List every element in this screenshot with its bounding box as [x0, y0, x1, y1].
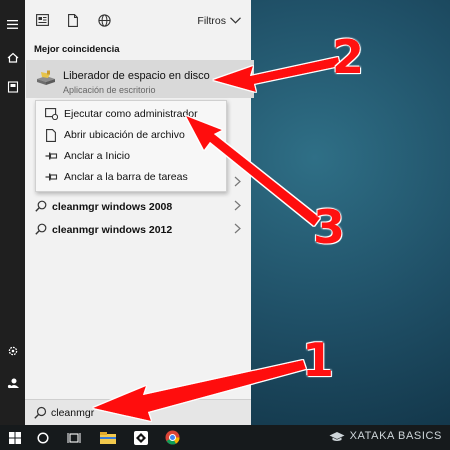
best-match-title: Liberador de espacio en disco [63, 70, 210, 82]
documents-icon[interactable] [0, 76, 25, 98]
menu-item-label: Abrir ubicación de archivo [64, 129, 185, 141]
chevron-right-icon[interactable] [234, 223, 241, 237]
tab-all-apps[interactable] [30, 8, 54, 32]
search-icon [35, 223, 47, 238]
start-windows-icon[interactable] [0, 425, 30, 450]
search-suggestion-row[interactable]: cleanmgr windows 2008 [25, 196, 251, 218]
search-suggestion-label: cleanmgr windows 2012 [52, 224, 173, 236]
run-as-admin-icon [43, 106, 59, 122]
chevron-right-icon[interactable] [234, 200, 241, 214]
filters-label: Filtros [197, 15, 226, 27]
cortana-circle-icon[interactable] [28, 425, 58, 450]
best-match-item[interactable]: Liberador de espacio en disco Aplicación… [26, 60, 254, 98]
user-account-icon[interactable] [0, 372, 25, 394]
search-icon [34, 406, 47, 422]
menu-item-label: Anclar a la barra de tareas [64, 171, 188, 183]
chevron-right-icon[interactable] [234, 176, 241, 190]
annotation-number-1: 1 [302, 333, 335, 387]
search-suggestion-label: cleanmgr windows 2008 [52, 201, 173, 213]
context-menu: Ejecutar como administrador Abrir ubicac… [35, 100, 227, 192]
brand-label: XATAKA BASICS [349, 430, 442, 442]
pin-icon [43, 169, 59, 185]
graduation-cap-icon [329, 431, 345, 441]
chevron-down-icon [230, 15, 241, 27]
taskbar: XATAKA BASICS [0, 425, 450, 450]
start-left-rail [0, 0, 25, 425]
disk-cleanup-icon [36, 70, 55, 86]
filter-tabs: Filtros [25, 8, 251, 34]
chrome-icon[interactable] [157, 425, 187, 450]
search-input[interactable] [51, 404, 241, 421]
menu-item-run-as-admin[interactable]: Ejecutar como administrador [36, 104, 226, 124]
filters-dropdown[interactable]: Filtros [197, 12, 241, 30]
hamburger-menu-icon[interactable] [0, 13, 25, 35]
menu-item-label: Ejecutar como administrador [64, 108, 198, 120]
store-app-icon[interactable] [126, 425, 156, 450]
menu-item-label: Anclar a Inicio [64, 150, 130, 162]
search-suggestion-row[interactable]: cleanmgr windows 2012 [25, 219, 251, 241]
open-file-location-icon [43, 127, 59, 143]
search-box[interactable] [25, 399, 251, 426]
menu-item-pin-to-taskbar[interactable]: Anclar a la barra de tareas [36, 167, 226, 187]
menu-item-open-file-location[interactable]: Abrir ubicación de archivo [36, 125, 226, 145]
pin-icon [43, 148, 59, 164]
settings-gear-icon[interactable] [0, 340, 25, 362]
section-title-best-match: Mejor coincidencia [34, 44, 120, 55]
search-icon [35, 200, 47, 215]
tab-web[interactable] [92, 8, 116, 32]
annotation-number-3: 3 [313, 200, 346, 254]
annotation-number-2: 2 [332, 30, 365, 84]
tab-documents[interactable] [61, 8, 85, 32]
best-match-subtitle: Aplicación de escritorio [63, 85, 156, 95]
watermark-brand: XATAKA BASICS [329, 430, 442, 442]
search-results-panel: Filtros Mejor coincidencia Liberador de … [25, 0, 254, 425]
menu-item-pin-to-start[interactable]: Anclar a Inicio [36, 146, 226, 166]
task-view-icon[interactable] [59, 425, 89, 450]
home-icon[interactable] [0, 46, 25, 68]
file-explorer-icon[interactable] [93, 425, 123, 450]
